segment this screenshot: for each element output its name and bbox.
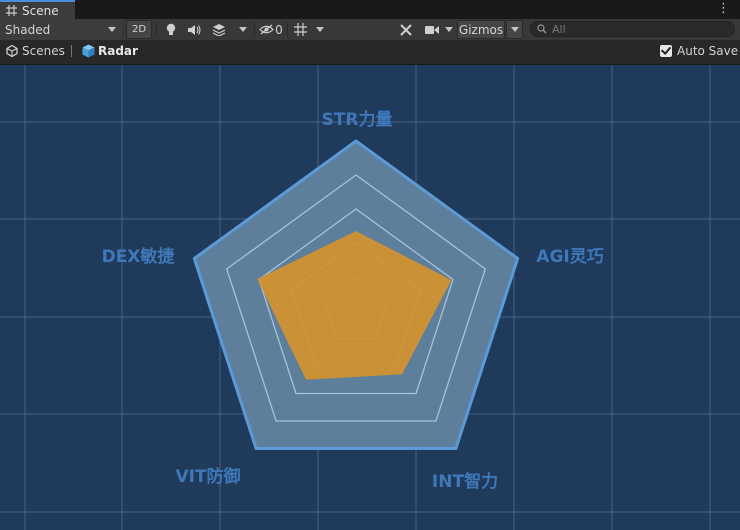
layers-icon <box>212 24 226 36</box>
tab-title: Scene <box>22 3 59 18</box>
grid-toggle[interactable] <box>290 19 310 40</box>
breadcrumb-scenes[interactable]: Scenes <box>6 44 65 58</box>
lightbulb-icon <box>166 23 176 35</box>
breadcrumb-radar-label: Radar <box>98 44 138 58</box>
axis-label: VIT防御 <box>175 466 240 487</box>
axis-label: INT智力 <box>432 471 498 492</box>
breadcrumb-scenes-label: Scenes <box>22 44 65 58</box>
breadcrumb: Scenes Radar Auto Save <box>0 40 740 65</box>
chevron-down-icon <box>239 27 247 32</box>
chevron-down-icon <box>510 27 519 32</box>
lighting-toggle[interactable] <box>161 19 181 40</box>
breadcrumb-radar[interactable]: Radar <box>82 44 138 58</box>
hidden-count: 0 <box>275 22 283 37</box>
audio-toggle[interactable] <box>184 19 204 40</box>
grid-icon <box>6 5 17 16</box>
2d-mode-label: 2D <box>131 24 147 35</box>
effects-toggle[interactable] <box>208 19 230 40</box>
camera-button[interactable] <box>422 19 442 40</box>
axis-label: DEX敏捷 <box>102 246 176 267</box>
tools-icon <box>400 23 412 36</box>
unity-logo-icon <box>6 45 18 57</box>
grid-dropdown[interactable] <box>312 19 328 40</box>
shading-mode-value: Shaded <box>5 22 51 37</box>
grid-snap-icon <box>293 23 307 36</box>
cube-icon <box>82 44 95 58</box>
chevron-down-icon <box>108 27 116 32</box>
axis-label: AGI灵巧 <box>536 247 603 267</box>
eye-hidden-icon <box>259 24 275 35</box>
scene-viewport[interactable]: STR力量 AGI灵巧 INT智力 VIT防御 DEX敏捷 <box>0 65 740 530</box>
toolbar-divider <box>254 22 255 37</box>
camera-dropdown[interactable] <box>443 19 455 40</box>
gizmos-label: Gizmos <box>458 22 504 37</box>
camera-icon <box>425 25 439 34</box>
toolbar-divider <box>287 22 288 37</box>
auto-save-checkbox[interactable] <box>660 45 672 57</box>
axis-label: STR力量 <box>322 109 393 130</box>
hidden-objects-toggle[interactable]: 0 <box>257 19 285 40</box>
gizmos-button[interactable]: Gizmos <box>457 20 505 39</box>
tab-scene[interactable]: Scene <box>0 0 75 19</box>
scene-toolbar: Shaded 2D 0 Gizmos All <box>0 19 740 41</box>
2d-mode-button[interactable]: 2D <box>126 20 152 39</box>
search-placeholder: All <box>552 22 566 36</box>
radar-chart: STR力量 AGI灵巧 INT智力 VIT防御 DEX敏捷 <box>0 65 740 530</box>
chevron-down-icon <box>445 27 453 32</box>
chevron-down-icon <box>316 27 324 32</box>
shading-mode-dropdown[interactable]: Shaded <box>0 19 122 40</box>
search-input[interactable]: All <box>530 21 735 37</box>
breadcrumb-separator <box>71 45 72 57</box>
more-options-icon[interactable]: ⋮ <box>717 2 730 16</box>
speaker-icon <box>188 24 201 35</box>
toolbar-divider <box>156 22 157 37</box>
effects-dropdown[interactable] <box>234 19 252 40</box>
gizmos-dropdown[interactable] <box>506 20 523 39</box>
search-icon <box>537 24 547 34</box>
tab-bar: Scene ⋮ <box>0 0 740 19</box>
auto-save-label: Auto Save <box>677 44 739 58</box>
tools-button[interactable] <box>395 19 417 40</box>
auto-save-toggle[interactable]: Auto Save <box>660 44 738 58</box>
